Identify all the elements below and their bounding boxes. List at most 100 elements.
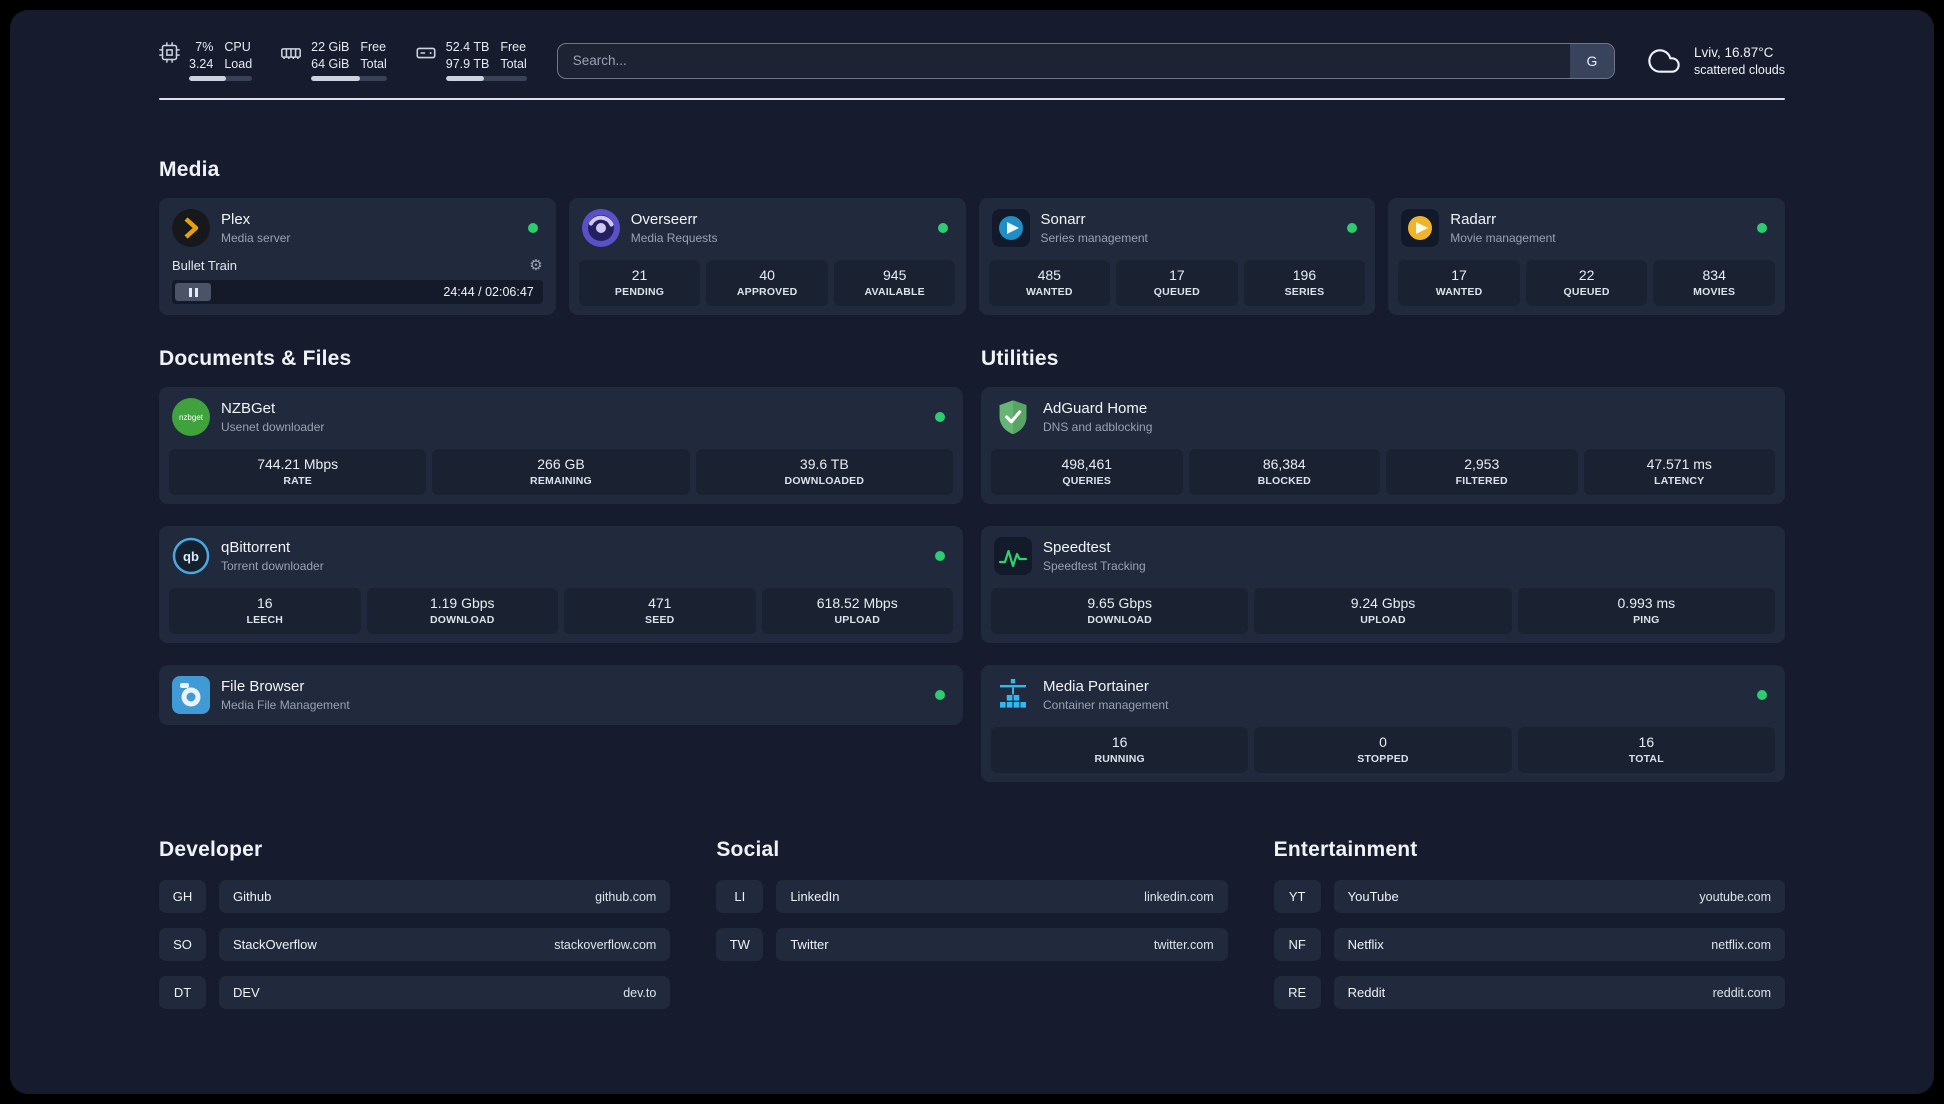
- bookmark-abbr[interactable]: YT: [1273, 880, 1321, 913]
- stat-value: 196: [1292, 267, 1317, 283]
- service-link-overseerr[interactable]: Overseerr Media Requests: [579, 207, 956, 249]
- bookmark-url: dev.to: [623, 985, 657, 1000]
- bookmark-link-dev[interactable]: DEV dev.to: [219, 976, 671, 1009]
- bookmark-abbr[interactable]: GH: [159, 880, 206, 913]
- stat-label: UPLOAD: [1360, 614, 1406, 626]
- pause-icon[interactable]: [175, 283, 211, 301]
- bookmark-abbr[interactable]: LI: [716, 880, 764, 913]
- bookmark-name: Netflix: [1347, 937, 1384, 952]
- service-title: Sonarr: [1040, 210, 1086, 228]
- stat-tile: 86,384 BLOCKED: [1188, 449, 1380, 495]
- bookmark-url: reddit.com: [1712, 985, 1771, 1000]
- stat-tile: 498,461 QUERIES: [991, 449, 1183, 495]
- stat-tile: 21 PENDING: [578, 260, 701, 306]
- bookmark-link-youtube[interactable]: YouTube youtube.com: [1333, 880, 1785, 913]
- stat-label: PENDING: [614, 286, 665, 298]
- stat-tile: 0.993 ms PING: [1517, 588, 1775, 634]
- bookmark-name: Twitter: [790, 937, 829, 952]
- stat-tile: 17 QUEUED: [1116, 260, 1238, 306]
- stat-tile: 196 SERIES: [1243, 260, 1366, 306]
- weather-condition: scattered clouds: [1693, 62, 1785, 77]
- bookmark-link-netflix[interactable]: Netflix netflix.com: [1333, 928, 1785, 961]
- settings-gear-icon[interactable]: ⚙: [529, 256, 542, 274]
- bookmark-abbr[interactable]: DT: [159, 976, 206, 1009]
- stat-tile: 16 RUNNING: [991, 727, 1249, 773]
- stat-label: QUERIES: [1062, 475, 1112, 487]
- bookmark-link-stackoverflow[interactable]: StackOverflow stackoverflow.com: [219, 928, 671, 961]
- service-link-filebrowser[interactable]: File Browser Media File Management: [169, 674, 953, 716]
- service-link-nzbget[interactable]: nzbget NZBGet Usenet downloader: [169, 396, 953, 438]
- service-title: File Browser: [221, 677, 305, 695]
- stat-value: 21: [631, 267, 648, 283]
- service-link-radarr[interactable]: Radarr Movie management: [1398, 207, 1775, 249]
- service-card-nzbget: nzbget NZBGet Usenet downloader 744.21 M…: [159, 387, 963, 504]
- memory-free-value: 22 GiB: [311, 40, 350, 54]
- service-card-filebrowser: File Browser Media File Management: [159, 665, 963, 725]
- stat-label: TOTAL: [1628, 753, 1664, 765]
- stat-tile: 485 WANTED: [988, 260, 1111, 306]
- service-title: NZBGet: [221, 399, 276, 417]
- cloud-icon: [1645, 45, 1683, 77]
- overseerr-icon: [581, 209, 620, 247]
- service-title: AdGuard Home: [1043, 399, 1148, 417]
- stat-tile: 17 WANTED: [1398, 260, 1520, 306]
- filebrowser-icon: [172, 676, 210, 714]
- sonarr-icon: [991, 209, 1030, 247]
- bookmark-url: twitter.com: [1153, 937, 1214, 952]
- portainer-crane-icon: [994, 676, 1032, 714]
- bookmark-row: YT YouTube youtube.com: [1273, 880, 1785, 913]
- service-link-sonarr[interactable]: Sonarr Series management: [989, 207, 1366, 249]
- service-subtitle: Series management: [1040, 230, 1148, 245]
- bookmark-name: DEV: [233, 985, 260, 1000]
- cpu-percent: 7%: [195, 40, 214, 54]
- stat-value: 16: [256, 595, 273, 611]
- top-bar: 7% 3.24 CPU Load 22 GiB 64 GiB Free Tota…: [159, 40, 1785, 81]
- stat-label: STOPPED: [1357, 753, 1409, 765]
- stat-value: 485: [1037, 267, 1061, 283]
- stat-tile: 9.65 Gbps DOWNLOAD: [991, 588, 1249, 634]
- service-card-portainer: Media Portainer Container management 16 …: [981, 665, 1785, 782]
- bookmark-url: youtube.com: [1699, 889, 1771, 904]
- search-provider-button[interactable]: G: [1569, 43, 1614, 78]
- section-title-developer: Developer: [159, 838, 263, 861]
- playback-progress-bar[interactable]: 24:44 / 02:06:47: [172, 280, 543, 304]
- bookmark-abbr[interactable]: RE: [1273, 976, 1321, 1009]
- search-input[interactable]: [556, 42, 1615, 79]
- stat-label: WANTED: [1025, 286, 1073, 298]
- service-link-plex[interactable]: Plex Media server: [169, 207, 546, 249]
- bookmark-abbr[interactable]: NF: [1273, 928, 1321, 961]
- bookmark-url: stackoverflow.com: [554, 937, 657, 952]
- service-card-plex: Plex Media server Bullet Train ⚙ 24:44 /…: [159, 198, 556, 315]
- stat-label: DOWNLOAD: [1087, 614, 1152, 626]
- service-subtitle: Media server: [221, 230, 291, 245]
- disk-total-value: 97.9 TB: [445, 57, 490, 71]
- bookmark-abbr[interactable]: TW: [716, 928, 764, 961]
- stat-tile: 266 GB REMAINING: [432, 449, 690, 495]
- bookmark-link-twitter[interactable]: Twitter twitter.com: [776, 928, 1228, 961]
- bookmark-name: StackOverflow: [233, 937, 317, 952]
- stat-label: QUEUED: [1153, 286, 1200, 298]
- stat-label: MOVIES: [1693, 286, 1736, 298]
- bookmark-row: RE Reddit reddit.com: [1273, 976, 1785, 1009]
- bookmark-row: SO StackOverflow stackoverflow.com: [159, 928, 671, 961]
- bookmark-abbr[interactable]: SO: [159, 928, 206, 961]
- service-link-speedtest[interactable]: Speedtest Speedtest Tracking: [991, 535, 1775, 577]
- service-link-portainer[interactable]: Media Portainer Container management: [991, 674, 1775, 716]
- status-dot: [937, 223, 948, 233]
- status-dot: [1347, 223, 1358, 233]
- disk-widget: 52.4 TB 97.9 TB Free Total: [415, 40, 527, 81]
- service-subtitle: Container management: [1043, 697, 1169, 712]
- service-link-qbittorrent[interactable]: qb qBittorrent Torrent downloader: [169, 535, 953, 577]
- section-title-documents: Documents & Files: [159, 347, 352, 370]
- stat-tile: 1.19 Gbps DOWNLOAD: [366, 588, 558, 634]
- service-subtitle: Torrent downloader: [221, 558, 324, 573]
- plex-icon: [172, 209, 210, 247]
- stat-value: 744.21 Mbps: [257, 456, 339, 472]
- service-title: Media Portainer: [1043, 677, 1149, 695]
- bookmark-link-linkedin[interactable]: LinkedIn linkedin.com: [776, 880, 1228, 913]
- adguard-shield-icon: [994, 398, 1032, 436]
- service-link-adguard[interactable]: AdGuard Home DNS and adblocking: [991, 396, 1775, 438]
- bookmark-link-github[interactable]: Github github.com: [219, 880, 671, 913]
- cpu-load-value: 3.24: [189, 57, 214, 71]
- bookmark-link-reddit[interactable]: Reddit reddit.com: [1333, 976, 1785, 1009]
